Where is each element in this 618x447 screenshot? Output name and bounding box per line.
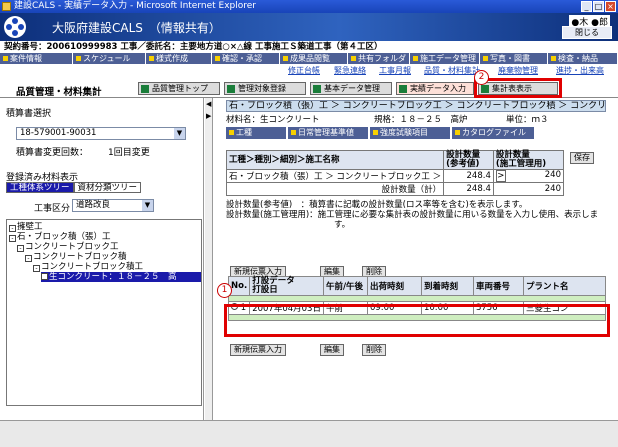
status-bar xyxy=(0,420,618,447)
menu-item[interactable]: 写真・図書 xyxy=(480,53,548,64)
material-unit: 単位：ｍ３ xyxy=(506,115,549,125)
menu-item[interactable]: 確認・承認 xyxy=(212,53,280,64)
menu-item[interactable]: 様式作成 xyxy=(146,53,212,64)
tab-material-tree[interactable]: 資材分類ツリー xyxy=(73,182,142,193)
save-button[interactable]: 保存 xyxy=(570,152,594,164)
panel-splitter[interactable]: ◀ ▶ xyxy=(205,98,213,420)
sublink-shusei[interactable]: 修正台帳 xyxy=(288,65,320,76)
minimize-button[interactable]: _ xyxy=(581,1,592,12)
tree-node[interactable]: - コンクリートブロック積工 xyxy=(33,262,143,272)
section-title: 品質管理・材料集計 xyxy=(16,87,102,98)
arrow-left-icon[interactable]: ◀ xyxy=(206,100,211,108)
sublink-geppo[interactable]: 工事月報 xyxy=(379,65,411,76)
collapse-icon[interactable]: - xyxy=(25,255,32,262)
edit-button-bottom[interactable]: 編集 xyxy=(320,344,344,356)
marker-1: 1 xyxy=(217,283,232,298)
highlight-data-row xyxy=(224,304,610,337)
flag-icon xyxy=(141,85,149,93)
tab-koshu[interactable]: 工種 xyxy=(226,127,286,139)
work-kubun-select[interactable]: 道路改良 ▼ xyxy=(72,199,154,212)
app-title: 大阪府建設CALS （情報共有） xyxy=(52,21,221,35)
change-count-label: 積算書変更回数： xyxy=(16,148,89,158)
note-line: 設計数量(施工管理用)：施工管理に必要な集計表の設計数量に用いる数量を入力し使用… xyxy=(226,210,599,220)
col-arrive: 到着時刻 xyxy=(420,276,474,296)
tab-catalog-file[interactable]: カタログファイル xyxy=(452,127,534,139)
tab-daily-standard[interactable]: 日常管理基準値 xyxy=(288,127,368,139)
design-quantity-table: 工種＞種別＞細別＞施工名称 設計数量 (参考値) 設計数量 (施工管理用) 石・… xyxy=(225,150,565,196)
menu-item[interactable]: 案件情報 xyxy=(0,53,73,64)
document-icon xyxy=(41,273,48,280)
menu-item[interactable]: 検査・納品 xyxy=(548,53,618,64)
quantity-input[interactable]: >240 xyxy=(492,169,565,183)
estimate-select-label: 積算書選択 xyxy=(6,109,52,119)
material-spec: 規格：１８－２５ 高炉 xyxy=(374,115,468,125)
col-car: 車両番号 xyxy=(472,276,524,296)
col-date: 打設データ 打設日 xyxy=(249,276,324,296)
main-menu: 案件情報 スケジュール 様式作成 確認・承認 成果品閲覧 共有フォルダ 施工デー… xyxy=(0,53,618,64)
tree-node[interactable]: - 石・ブロック積（張）工 xyxy=(9,232,111,242)
right-panel: 石・ブロック積（張）工 ＞ コンクリートブロック工 ＞ コンクリートブロック積 … xyxy=(216,98,610,420)
osaka-logo-icon xyxy=(4,16,26,38)
tab-strength-test[interactable]: 強度試験項目 xyxy=(370,127,450,139)
maximize-button[interactable]: □ xyxy=(593,1,604,12)
col-header-mgmt: 設計数量 (施工管理用) xyxy=(492,150,565,170)
material-tree: - 擁壁工 - 石・ブロック積（張）工 - コンクリートブロック工 - コンクリートブロ… xyxy=(6,219,202,406)
window-titlebar: 建設CALS - 実績データ入力 - Microsoft Internet Ex… xyxy=(0,0,618,13)
delete-button-bottom[interactable]: 削除 xyxy=(362,344,386,356)
col-plant: プラント名 xyxy=(522,276,607,296)
flag-icon xyxy=(313,85,321,93)
material-name: 材料名：生コンクリート xyxy=(226,115,320,125)
estimate-select[interactable]: 18-579001-90031 ▼ xyxy=(16,127,186,140)
col-header-ref: 設計数量 (参考値) xyxy=(443,150,494,170)
collapse-icon[interactable]: - xyxy=(9,235,16,242)
table-row: 設計数量（計） 248.4 240 xyxy=(225,182,565,196)
sublink-hinshitsu[interactable]: 品質・材料集計 xyxy=(424,65,480,76)
ie-icon xyxy=(2,2,11,11)
sublink-haikibutsu[interactable]: 廃棄物管理 xyxy=(498,65,538,76)
marker-2: 2 xyxy=(474,70,489,85)
chevron-down-icon: ▼ xyxy=(142,200,153,211)
collapse-icon[interactable]: - xyxy=(9,225,16,232)
basic-data-button[interactable]: 基本データ管理 xyxy=(310,82,392,95)
tree-node-selected[interactable]: 生コンクリート：１８－２５ 高 xyxy=(41,272,201,282)
work-kubun-label: 工事区分 xyxy=(34,204,71,214)
note-line: す。 xyxy=(334,220,351,230)
contract-info: 契約番号：200610999983 工事／委託名：主要地方道○×△線 工事施工Ｓ… xyxy=(0,41,618,53)
arrow-right-icon[interactable]: ▶ xyxy=(206,112,211,120)
collapse-icon[interactable]: - xyxy=(17,245,24,252)
window-close-button[interactable]: × xyxy=(605,1,616,12)
sublink-shinchoku[interactable]: 進捗・出来高 xyxy=(556,65,604,76)
copy-arrow-button[interactable]: > xyxy=(495,170,506,182)
actual-data-input-button[interactable]: 実績データ入力 xyxy=(396,82,474,95)
tab-work-tree[interactable]: 工種体系ツリー xyxy=(6,182,74,193)
menu-item[interactable]: 施工データ管理 xyxy=(410,53,480,64)
new-slip-button-bottom[interactable]: 新規伝票入力 xyxy=(230,344,286,356)
col-ampm: 午前/午後 xyxy=(322,276,368,296)
flag-icon xyxy=(227,85,235,93)
sub-links: 修正台帳 緊急連絡 工事月報 品質・材料集計 廃棄物管理 進捗・出来高 xyxy=(0,65,618,76)
left-panel: 積算書選択 18-579001-90031 ▼ 積算書変更回数： 1回目変更 登録… xyxy=(0,98,204,420)
change-count-value: 1回目変更 xyxy=(108,148,150,158)
close-button[interactable]: 閉じる xyxy=(562,26,612,39)
menu-item[interactable]: 共有フォルダ xyxy=(348,53,410,64)
target-register-button[interactable]: 管理対象登録 xyxy=(224,82,306,95)
window-title: 建設CALS - 実績データ入力 - Microsoft Internet Ex… xyxy=(14,1,256,11)
tree-node[interactable]: - コンクリートブロック積 xyxy=(25,252,127,262)
tree-node[interactable]: - 擁壁工 xyxy=(9,222,43,232)
menu-item[interactable]: 成果品閲覧 xyxy=(280,53,348,64)
table-row: 石・ブロック積（張）工 ＞ コンクリートブロック工 ＞ 248.4 >240 xyxy=(225,169,565,183)
tree-node[interactable]: - コンクリートブロック工 xyxy=(17,242,119,252)
collapse-icon[interactable]: - xyxy=(33,265,40,272)
menu-item[interactable]: スケジュール xyxy=(73,53,146,64)
col-header-name: 工種＞種別＞細別＞施工名称 xyxy=(225,150,445,170)
app-header: 大阪府建設CALS （情報共有） ●木 ●郎 閉じる xyxy=(0,13,618,41)
sublink-kinkyu[interactable]: 緊急連絡 xyxy=(334,65,366,76)
col-ship: 出荷時刻 xyxy=(366,276,422,296)
quality-top-button[interactable]: 品質管理トップ xyxy=(138,82,220,95)
chevron-down-icon: ▼ xyxy=(174,128,185,139)
work-path: 石・ブロック積（張）工 ＞ コンクリートブロック工 ＞ コンクリートブロック積 … xyxy=(226,100,606,112)
flag-icon xyxy=(399,85,407,93)
